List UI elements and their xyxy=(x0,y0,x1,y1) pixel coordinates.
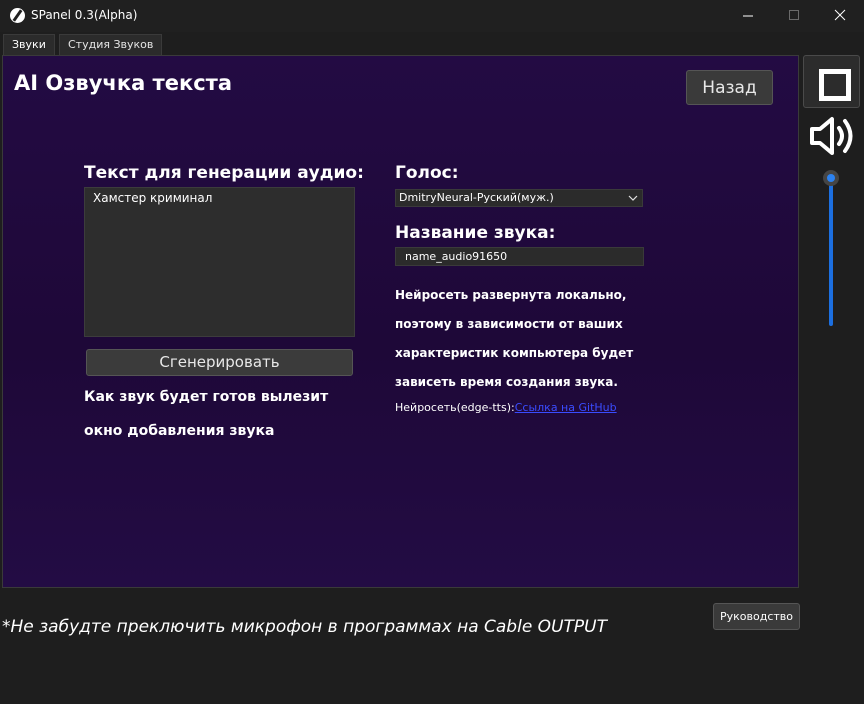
tab-sounds[interactable]: Звуки xyxy=(3,34,55,55)
page-title: AI Озвучка текста xyxy=(14,71,233,95)
github-link[interactable]: Ссылка на GitHub xyxy=(515,401,617,414)
app-logo-icon xyxy=(10,8,25,23)
voice-select[interactable]: DmitryNeural-Руский(муж.) xyxy=(395,189,643,207)
generate-button[interactable]: Сгенерировать xyxy=(86,349,353,376)
hint-line-1: Как звук будет готов вылезит xyxy=(84,389,329,405)
back-button[interactable]: Назад xyxy=(686,70,773,105)
close-icon xyxy=(834,9,846,21)
text-input-label: Текст для генерации аудио: xyxy=(84,163,364,183)
tab-sound-studio[interactable]: Студия Звуков xyxy=(59,34,163,55)
sound-name-label: Название звука: xyxy=(395,223,556,243)
voice-label: Голос: xyxy=(395,163,459,183)
window-title: SPanel 0.3(Alpha) xyxy=(31,8,138,22)
tts-panel: AI Озвучка текста Назад Текст для генера… xyxy=(2,55,799,588)
voice-select-value: DmitryNeural-Руский(муж.) xyxy=(399,191,554,204)
tab-bar: Звуки Студия Звуков xyxy=(0,32,864,55)
info-line-1: Нейросеть развернута локально, xyxy=(395,288,627,302)
info-line-4: зависеть время создания звука. xyxy=(395,375,618,389)
maximize-button[interactable] xyxy=(771,0,817,32)
manual-button[interactable]: Руководство xyxy=(713,603,800,630)
hint-line-2: окно добавления звука xyxy=(84,423,275,439)
minimize-button[interactable] xyxy=(725,0,771,32)
volume-slider-track[interactable] xyxy=(829,178,833,326)
source-line: Нейросеть(edge-tts):Ссылка на GitHub xyxy=(395,401,617,414)
cable-output-warning: *Не забудте преключить микрофон в програ… xyxy=(2,617,607,637)
stop-button[interactable] xyxy=(803,55,860,108)
text-input-area[interactable]: Хамстер криминал xyxy=(84,187,355,337)
stop-square-icon xyxy=(819,69,851,101)
title-bar: SPanel 0.3(Alpha) xyxy=(0,0,864,32)
close-button[interactable] xyxy=(817,0,863,32)
speaker-volume-icon[interactable] xyxy=(808,112,858,160)
chevron-down-icon xyxy=(628,195,638,201)
source-prefix: Нейросеть(edge-tts): xyxy=(395,401,515,414)
info-line-2: поэтому в зависимости от ваших xyxy=(395,317,623,331)
info-line-3: характеристик компьютера будет xyxy=(395,346,634,360)
minimize-icon xyxy=(743,15,753,17)
volume-slider-handle[interactable] xyxy=(823,170,839,186)
sound-name-input[interactable]: name_audio91650 xyxy=(395,247,644,266)
maximize-icon xyxy=(789,10,799,20)
